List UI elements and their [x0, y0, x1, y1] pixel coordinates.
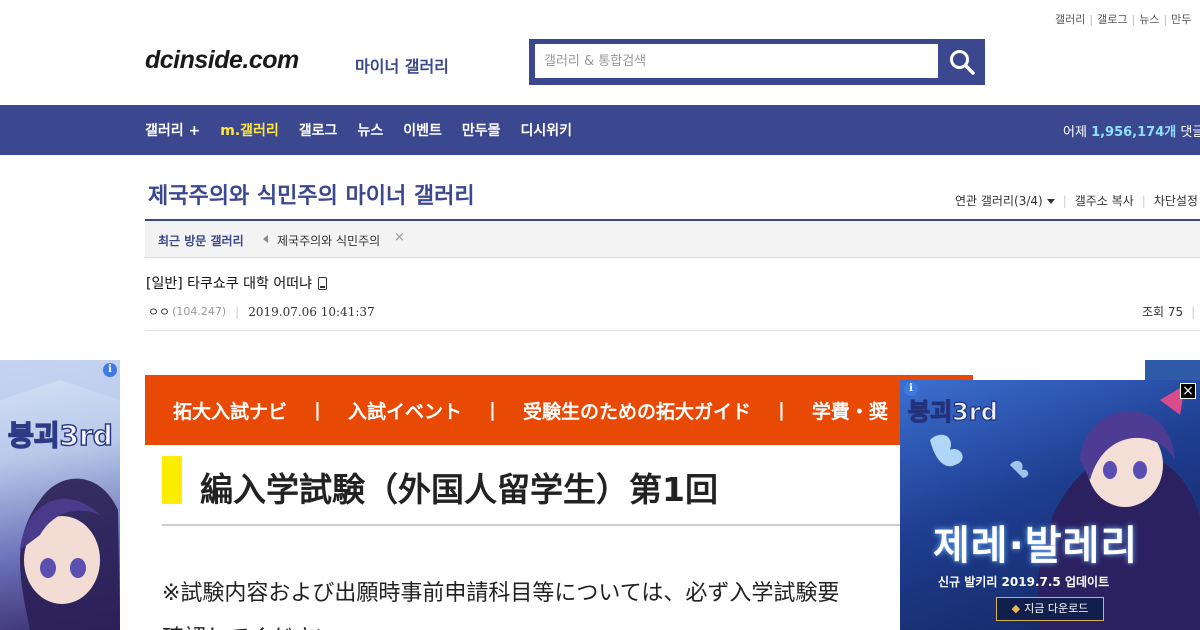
meta-divider	[145, 330, 1200, 331]
ad-info-icon[interactable]: i	[904, 382, 918, 396]
post-title: [일반] 타쿠쇼쿠 대학 어떠냐	[146, 273, 327, 293]
page: 갤러리|갤로그|뉴스|만두 dcinside.com 마이너 갤러리 갤러리 +…	[0, 0, 1200, 630]
main-nav: 갤러리 + m.갤러리 갤로그 뉴스 이벤트 만두몰 디시위키 어제 1,956…	[0, 105, 1200, 155]
ad-title: 제레·발레리	[933, 523, 1139, 569]
recent-gallery-item[interactable]: 제국주의와 식민주의	[277, 232, 380, 249]
banner-item: 入試イベント	[347, 400, 462, 423]
caret-down-icon	[1046, 199, 1055, 204]
arrow-left-icon[interactable]	[263, 235, 268, 243]
stats-prefix: 어제	[1063, 125, 1087, 140]
diamond-icon: ◆	[1011, 602, 1021, 615]
ad-download-button[interactable]: ◆ 지금 다운로드	[996, 597, 1104, 621]
left-ad[interactable]: 붕괴3rd i	[0, 360, 120, 630]
yesterday-stats: 어제 1,956,174개 댓글	[1063, 121, 1200, 140]
ad-download-label: 지금 다운로드	[1024, 602, 1089, 615]
nav-item-mgallery[interactable]: m.갤러리	[220, 120, 279, 140]
search-bar	[529, 39, 985, 85]
heading-divider	[162, 524, 973, 526]
search-button[interactable]	[939, 39, 985, 85]
recent-label: 최근 방문 갤러리	[158, 234, 244, 248]
content-body-2: 確認してください	[162, 620, 337, 630]
search-icon	[950, 50, 975, 75]
post-date: 2019.07.06 10:41:37	[248, 304, 375, 319]
copy-address-button[interactable]: 갤주소 복사	[1075, 192, 1134, 209]
util-link-gallery[interactable]: 갤러리	[1055, 13, 1085, 26]
nav-item-event[interactable]: 이벤트	[403, 120, 442, 140]
ad-character-art: 붕괴3rd	[907, 385, 1200, 630]
recent-galleries-bar: 최근 방문 갤러리 제국주의와 식민주의 ×	[145, 221, 1200, 258]
util-link-mandu[interactable]: 만두	[1171, 13, 1191, 26]
post-views-text: 조회 75	[1142, 305, 1184, 319]
util-link-news[interactable]: 뉴스	[1139, 13, 1159, 26]
utility-links: 갤러리 | 갤로그 | 뉴스 | 만두	[1055, 13, 1192, 26]
banner-item: 拓大入試ナビ	[173, 400, 288, 423]
banner-item: 学費・奨	[811, 400, 888, 423]
ad-logo-text: 붕괴3rd	[908, 398, 998, 426]
gallery-title[interactable]: 제국주의와 식민주의 마이너 갤러리	[148, 178, 475, 210]
gallery-tools: 연관 갤러리(3/4) | 갤주소 복사 | 차단설정	[955, 192, 1198, 209]
related-gallery-label: 연관 갤러리(3/4)	[955, 194, 1043, 208]
related-gallery-dropdown[interactable]: 연관 갤러리(3/4)	[955, 192, 1055, 209]
site-logo[interactable]: dcinside.com	[145, 46, 299, 75]
close-icon[interactable]: ×	[394, 230, 405, 245]
content-body: ※試験内容および出願時事前申請科目等については、必ず入学試験要	[162, 581, 840, 606]
site-banner: 拓大入試ナビ | 入試イベント | 受験生のための拓大ガイド | 学費・奨	[145, 375, 973, 445]
nav-item-gallog[interactable]: 갤로그	[299, 120, 338, 140]
stats-suffix: 댓글	[1180, 125, 1200, 140]
ad-character-art: 붕괴3rd	[0, 360, 120, 630]
post-author[interactable]: ㅇㅇ	[148, 303, 170, 320]
block-settings-button[interactable]: 차단설정	[1154, 192, 1198, 209]
nav-item-gallery[interactable]: 갤러리 +	[145, 120, 200, 140]
mobile-icon	[317, 276, 327, 290]
search-input[interactable]	[535, 44, 938, 78]
popup-ad[interactable]: 붕괴3rd i × 제레·발레리 신규 발키리 2019.7.5 업데이트 ◆ 지…	[900, 380, 1200, 630]
logo-subtitle[interactable]: 마이너 갤러리	[355, 53, 449, 77]
ad-strip	[1145, 360, 1200, 380]
ad-info-icon[interactable]: i	[103, 363, 117, 377]
nav-item-mandu-mall[interactable]: 만두몰	[462, 120, 501, 140]
ad-subtitle: 신규 발키리 2019.7.5 업데이트	[938, 575, 1110, 589]
post-ip: (104.247)	[172, 305, 227, 318]
heading-accent	[162, 456, 182, 504]
banner-item: 受験生のための拓大ガイド	[522, 400, 751, 423]
ad-close-button[interactable]: ×	[1180, 383, 1196, 399]
post-title-text: [일반] 타쿠쇼쿠 대학 어떠냐	[146, 276, 312, 292]
content-heading: 編入学試験（外国人留学生）第1回	[200, 470, 718, 509]
nav-item-dcwiki[interactable]: 디시위키	[520, 120, 572, 140]
stats-count: 1,956,174개	[1091, 125, 1177, 140]
util-link-gallog[interactable]: 갤로그	[1097, 13, 1127, 26]
post-image: 拓大入試ナビ | 入試イベント | 受験生のための拓大ガイド | 学費・奨 編入学試験…	[145, 375, 973, 630]
post-views: 조회 75 |	[1142, 305, 1196, 319]
nav-item-news[interactable]: 뉴스	[357, 120, 383, 140]
post-meta: ㅇㅇ (104.247) | 2019.07.06 10:41:37	[148, 303, 375, 320]
ad-logo-text: 붕괴3rd	[8, 419, 113, 452]
